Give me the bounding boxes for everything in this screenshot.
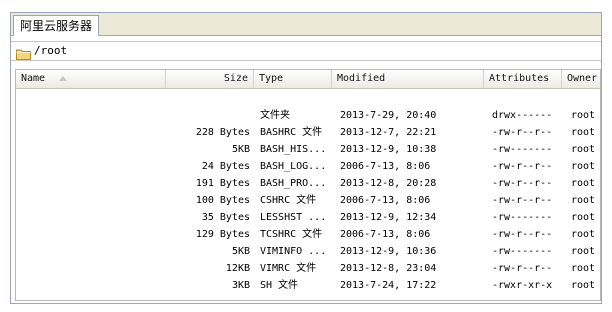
file-owner: root [571,246,596,257]
file-row[interactable]: .cshrc100 BytesCSHRC 文件2006-7-13, 8:06-r… [16,192,600,209]
column-header-size[interactable]: Size [166,70,254,88]
file-type: BASH_PRO... [260,178,327,189]
file-type: 文件夹 [260,110,290,121]
file-size: 100 Bytes [195,195,250,206]
file-size: 24 Bytes [201,161,250,172]
file-owner: root [571,161,596,172]
folder-icon [16,45,31,64]
column-header-name[interactable]: Name [16,70,166,88]
file-size: 129 Bytes [195,229,250,240]
file-attributes: -rw-r--r-- [492,178,553,189]
file-modified: 2013-7-29, 20:40 [340,110,437,121]
file-modified: 2013-12-9, 10:38 [340,144,437,155]
file-row[interactable]: .viminfo5KBVIMINFO ...2013-12-9, 10:36-r… [16,243,600,260]
file-row[interactable]: .ssh文件夹2013-7-29, 20:40drwx------root [16,107,600,124]
column-header-attributes[interactable]: Attributes [484,70,562,88]
file-modified: 2013-7-24, 17:22 [340,280,437,291]
file-owner: root [571,229,596,240]
file-type: CSHRC 文件 [260,195,317,206]
file-size: 12KB [225,263,250,274]
file-type: SH 文件 [260,280,299,291]
file-modified: 2006-7-13, 8:06 [340,161,431,172]
file-size: 5KB [231,144,250,155]
file-modified: 2013-12-7, 22:21 [340,127,437,138]
file-size: 5KB [231,246,250,257]
column-header-name-label: Name [21,73,46,84]
file-type: BASH_LOG... [260,161,327,172]
file-row[interactable]: .bash_history5KBBASH_HIS...2013-12-9, 10… [16,141,600,158]
file-attributes: -rw-r--r-- [492,127,553,138]
column-header-type[interactable]: Type [254,70,332,88]
file-rows: ...ssh文件夹2013-7-29, 20:40drwx------root.… [16,90,600,294]
file-type: VIMINFO ... [260,246,327,257]
file-modified: 2013-12-8, 23:04 [340,263,437,274]
file-row[interactable]: .bash_logout24 BytesBASH_LOG...2006-7-13… [16,158,600,175]
column-header-owner[interactable]: Owner [562,70,600,88]
file-list[interactable]: Name Size Type Modified Attributes Owner… [15,69,601,301]
file-row[interactable]: .bashrc228 BytesBASHRC 文件2013-12-7, 22:2… [16,124,600,141]
file-size: 228 Bytes [195,127,250,138]
file-owner: root [571,195,596,206]
file-type: BASHRC 文件 [260,127,323,138]
file-row[interactable]: .. [16,90,600,107]
file-attributes: -rw-r--r-- [492,161,553,172]
file-row[interactable]: .bash_profile191 BytesBASH_PRO...2013-12… [16,175,600,192]
file-type: BASH_HIS... [260,144,327,155]
file-browser-panel: 阿里云服务器 /root Name Size Type Modified Att… [10,12,602,304]
file-size: 3KB [231,280,250,291]
file-owner: root [571,280,596,291]
file-size: 35 Bytes [201,212,250,223]
file-row[interactable]: auto_fdisk.sh3KBSH 文件2013-7-24, 17:22-rw… [16,277,600,294]
file-modified: 2013-12-9, 10:36 [340,246,437,257]
file-row[interactable]: .tcshrc129 BytesTCSHRC 文件2006-7-13, 8:06… [16,226,600,243]
file-row[interactable]: .vimrc12KBVIMRC 文件2013-12-8, 23:04-rw-r-… [16,260,600,277]
file-attributes: -rw-r--r-- [492,195,553,206]
file-type: VIMRC 文件 [260,263,317,274]
file-size: 191 Bytes [195,178,250,189]
file-modified: 2006-7-13, 8:06 [340,195,431,206]
file-type: TCSHRC 文件 [260,229,323,240]
file-type: LESSHST ... [260,212,327,223]
file-attributes: -rw------- [492,212,553,223]
file-attributes: -rw-r--r-- [492,229,553,240]
file-owner: root [571,127,596,138]
current-path: /root [34,44,68,57]
tab-bar: 阿里云服务器 [11,13,601,36]
tab-server[interactable]: 阿里云服务器 [13,15,100,36]
list-header: Name Size Type Modified Attributes Owner [16,70,600,89]
sort-ascending-icon [59,75,68,81]
file-modified: 2013-12-9, 12:34 [340,212,437,223]
file-modified: 2006-7-13, 8:06 [340,229,431,240]
file-attributes: -rw------- [492,144,553,155]
file-attributes: -rw------- [492,246,553,257]
file-attributes: -rw-r--r-- [492,263,553,274]
file-modified: 2013-12-8, 20:28 [340,178,437,189]
file-owner: root [571,144,596,155]
file-owner: root [571,110,596,121]
file-attributes: -rwxr-xr-x [492,280,553,291]
file-attributes: drwx------ [492,110,553,121]
file-owner: root [571,263,596,274]
file-row[interactable]: .lesshst35 BytesLESSHST ...2013-12-9, 12… [16,209,600,226]
file-owner: root [571,178,596,189]
column-header-modified[interactable]: Modified [332,70,484,88]
file-owner: root [571,212,596,223]
path-bar[interactable]: /root [11,41,601,61]
